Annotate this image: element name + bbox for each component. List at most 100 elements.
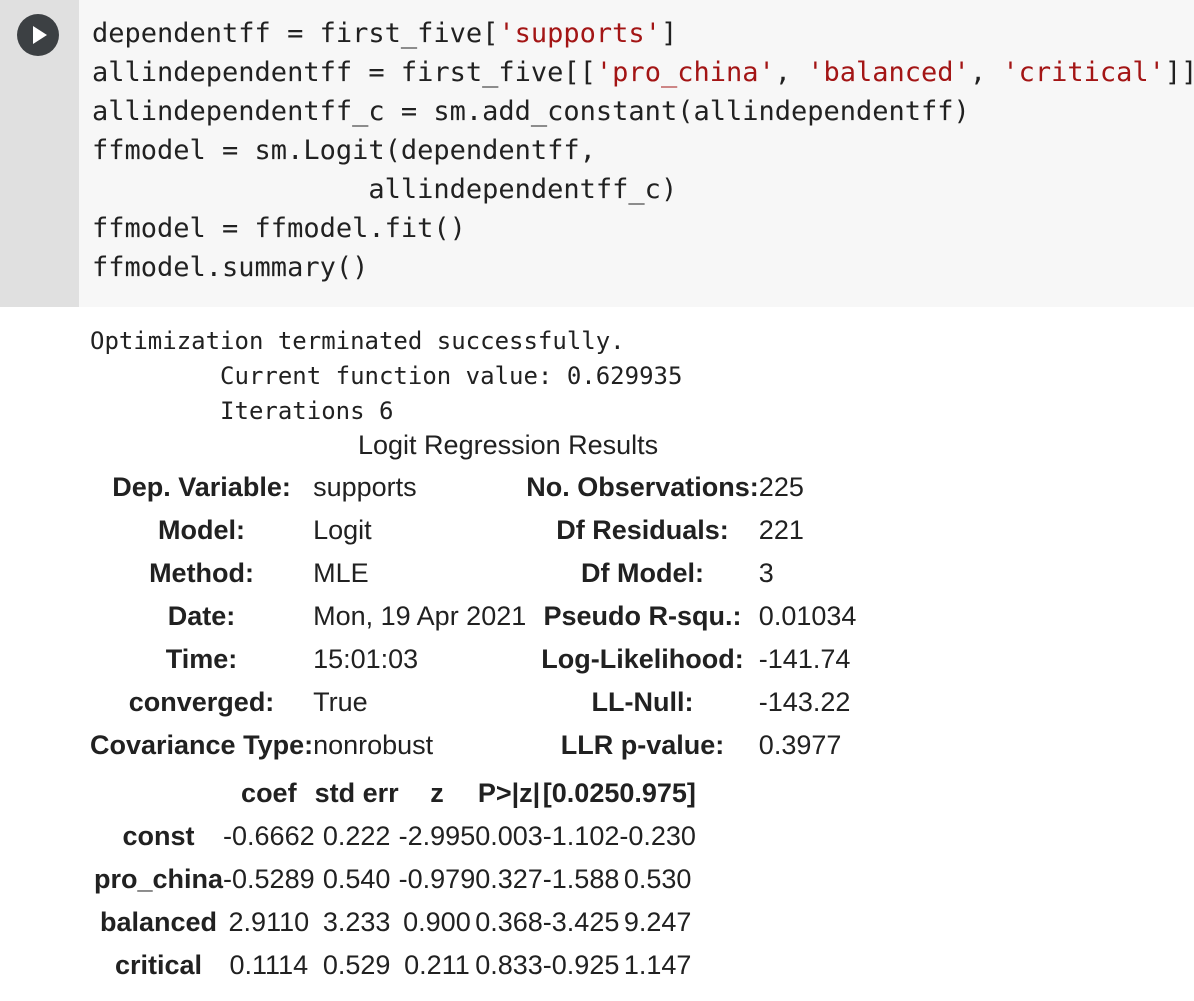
code-token: dependentff = first_five[ — [92, 18, 499, 49]
coef-cell: 0.900 — [403, 907, 471, 937]
summary-label: Model: — [158, 515, 246, 545]
summary-label: Dep. Variable: — [112, 472, 291, 502]
coef-cell: 0.003 — [475, 821, 543, 851]
coef-header — [94, 771, 223, 815]
code-token: , — [774, 57, 808, 88]
code-line: ffmodel = sm.Logit(dependentff, — [92, 131, 1194, 170]
summary-value: MLE — [313, 558, 369, 588]
summary-value: Mon, 19 Apr 2021 — [313, 601, 527, 631]
summary-label: Date: — [167, 601, 236, 631]
summary-label: Covariance Type: — [90, 730, 314, 760]
summary-value: nonrobust — [313, 730, 434, 760]
coef-row: const -0.6662 0.222 -2.995 0.003 -1.102 -0.230 — [94, 815, 696, 858]
coef-cell: -0.6662 — [223, 821, 315, 851]
summary-label: Df Model: — [581, 558, 705, 588]
coef-cell: -0.230 — [619, 821, 696, 851]
coef-row: balanced 2.9110 3.233 0.900 0.368 -3.425 9.247 — [94, 901, 696, 944]
coef-cell: 0.833 — [475, 950, 543, 980]
summary-value: 3 — [758, 558, 774, 588]
code-line: ffmodel.summary() — [92, 248, 1194, 287]
coef-cell: 0.529 — [322, 950, 391, 980]
code-token: ] — [660, 18, 678, 49]
summary-label: No. Observations: — [526, 472, 759, 502]
coef-header: z — [430, 777, 444, 808]
coef-cell: 2.9110 — [228, 907, 310, 937]
stdout-text: Optimization terminated successfully. Cu… — [90, 327, 683, 425]
string-literal: 'critical' — [1002, 57, 1165, 88]
coef-row: critical 0.1114 0.529 0.211 0.833 -0.925 1.147 — [94, 944, 696, 987]
summary-value: Logit — [313, 515, 372, 545]
coef-header: [0.025 — [542, 777, 620, 808]
coef-header: 0.975] — [619, 777, 696, 808]
coef-cell: -2.995 — [398, 821, 476, 851]
coef-header: std err — [314, 777, 399, 808]
summary-label: LLR p-value: — [560, 730, 725, 760]
results-caption: Logit Regression Results — [358, 430, 659, 460]
coef-table: coef std err z P>|z| [0.025 0.975] const -0.66… — [94, 771, 696, 987]
summary-label: LL-Null: — [591, 687, 694, 717]
summary-row: Covariance Type: nonrobust LLR p-value: 0.3… — [90, 724, 856, 767]
coef-cell: 0.222 — [322, 821, 391, 851]
summary-value: -141.74 — [758, 644, 851, 674]
summary-label: Df Residuals: — [556, 515, 729, 545]
coef-row-label: critical — [114, 950, 203, 980]
summary-value: True — [313, 687, 368, 717]
coef-cell: 0.530 — [623, 864, 692, 894]
code-token: allindependentff_c = sm.add_constant(all… — [92, 96, 970, 127]
string-literal: 'balanced' — [807, 57, 970, 88]
summary-row: Method: MLE Df Model: 3 — [90, 552, 856, 595]
run-cell-button[interactable] — [17, 14, 59, 56]
summary-label: Log-Likelihood: — [541, 644, 744, 674]
coef-header: P>|z| — [477, 777, 541, 808]
cell-gutter — [0, 0, 79, 307]
summary-row: Date: Mon, 19 Apr 2021 Pseudo R-squ.: 0.010… — [90, 595, 857, 638]
summary-row: Time: 15:01:03 Log-Likelihood: -141.74 — [90, 638, 856, 681]
code-token: ffmodel = sm.Logit(dependentff, — [92, 135, 596, 166]
code-cell[interactable]: dependentff = first_five['supports'] alli… — [0, 0, 1194, 307]
coef-cell: 0.327 — [475, 864, 543, 894]
coef-cell: 0.211 — [404, 950, 470, 980]
coef-row-label: const — [122, 821, 195, 851]
coef-cell: 0.368 — [475, 907, 543, 937]
summary-value: 221 — [758, 515, 804, 545]
code-line: ffmodel = ffmodel.fit() — [92, 209, 1194, 248]
string-literal: 'supports' — [498, 18, 661, 49]
coef-cell: 3.233 — [322, 907, 391, 937]
coef-row: pro_china -0.5289 0.540 -0.979 0.327 -1.588 0.… — [94, 858, 696, 901]
summary-row: converged: True LL-Null: -143.22 — [90, 681, 856, 724]
code-token: allindependentff_c) — [92, 174, 678, 205]
coef-cell: -3.425 — [542, 907, 620, 937]
coef-cell: -1.588 — [542, 864, 620, 894]
code-token: ]] — [1164, 57, 1194, 88]
summary-value: 15:01:03 — [313, 644, 419, 674]
string-literal: 'pro_china' — [595, 57, 775, 88]
code-token: , — [969, 57, 1003, 88]
summary-label: Method: — [149, 558, 255, 588]
summary-value: 0.3977 — [758, 730, 842, 760]
coef-cell: -1.102 — [542, 821, 620, 851]
summary-label: Time: — [165, 644, 238, 674]
coef-cell: -0.925 — [542, 950, 620, 980]
code-editor[interactable]: dependentff = first_five['supports'] alli… — [92, 14, 1194, 287]
summary-label: Pseudo R-squ.: — [543, 601, 742, 631]
summary-value: -143.22 — [758, 687, 851, 717]
summary-value: 0.01034 — [758, 601, 857, 631]
coef-cell: 1.147 — [623, 950, 692, 980]
summary-value: 225 — [758, 472, 804, 502]
summary-label: converged: — [128, 687, 275, 717]
coef-row-label: pro_china — [94, 864, 224, 894]
code-line: allindependentff = first_five[['pro_chin… — [92, 53, 1194, 92]
summary-table: Dep. Variable: supports No. Observations: 2… — [90, 466, 856, 767]
code-token: ffmodel = ffmodel.fit() — [92, 213, 466, 244]
coef-row-label: balanced — [99, 907, 218, 937]
summary-row: Model: Logit Df Residuals: 221 — [90, 509, 856, 552]
coef-cell: -0.979 — [398, 864, 476, 894]
code-line: allindependentff_c) — [92, 170, 1194, 209]
summary-value: supports — [313, 472, 417, 502]
coef-cell: 9.247 — [623, 907, 692, 937]
play-icon — [33, 26, 47, 44]
coef-cell: 0.1114 — [229, 950, 309, 980]
code-line: dependentff = first_five['supports'] — [92, 14, 1194, 53]
summary-row: Dep. Variable: supports No. Observations: 2… — [90, 466, 856, 509]
coef-cell: 0.540 — [322, 864, 391, 894]
